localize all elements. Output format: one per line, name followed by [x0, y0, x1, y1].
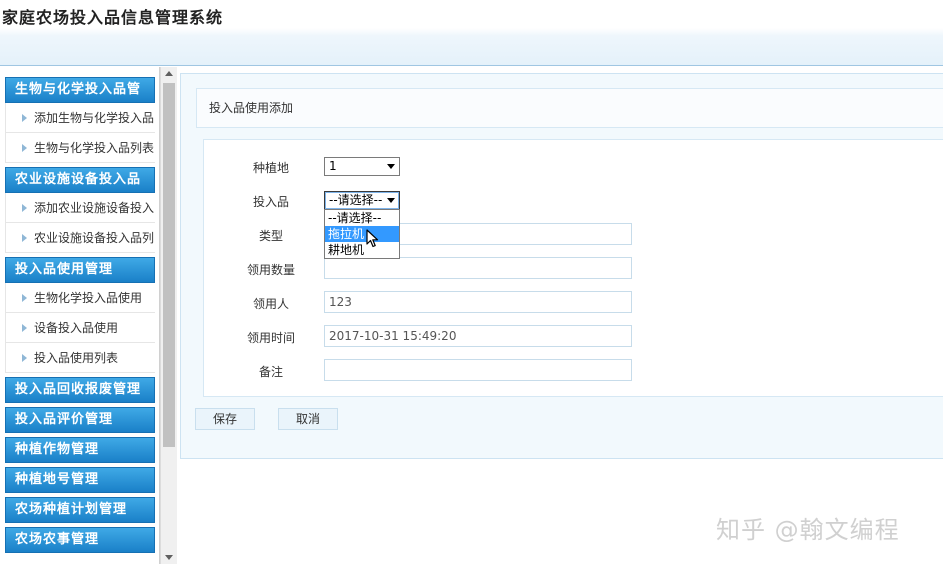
sidebar-group-plans[interactable]: 农场种植计划管理 [5, 497, 155, 523]
plot-select-value: 1 [329, 159, 337, 173]
sidebar-item-chem-bio-list[interactable]: 生物与化学投入品列表 [5, 133, 155, 163]
sidebar-group-farm-work[interactable]: 农场农事管理 [5, 527, 155, 553]
plot-select[interactable]: 1 [324, 157, 400, 176]
input-item-select[interactable]: --请选择-- [324, 191, 400, 210]
sidebar-item-label: 添加农业设施设备投入 [34, 201, 155, 215]
sidebar-group-recycle[interactable]: 投入品回收报废管理 [5, 377, 155, 403]
input-item-label: 投入品 [252, 195, 289, 209]
sidebar-item-label: 投入品使用列表 [34, 351, 119, 365]
sidebar-item-label: 添加生物与化学投入品 [34, 111, 155, 125]
main-panel: 投入品使用添加 种植地 1 投入品 --请选择-- --请选择-- 拖拉机 耕地… [180, 73, 943, 459]
save-button[interactable]: 保存 [195, 408, 255, 430]
time-label: 领用时间 [246, 331, 295, 345]
arrow-right-icon [22, 234, 27, 242]
sidebar-item-equipment-list[interactable]: 农业设施设备投入品列 [5, 223, 155, 253]
chevron-down-icon [387, 164, 395, 169]
sidebar-group-crops[interactable]: 种植作物管理 [5, 437, 155, 463]
note-label: 备注 [258, 365, 283, 379]
cancel-button[interactable]: 取消 [278, 408, 338, 430]
recipient-field[interactable]: 123 [324, 291, 632, 313]
sidebar-group-plots[interactable]: 种植地号管理 [5, 467, 155, 493]
sidebar-group-equipment[interactable]: 农业设施设备投入品 [5, 167, 155, 193]
note-field[interactable] [324, 359, 632, 381]
time-field[interactable]: 2017-10-31 15:49:20 [324, 325, 632, 347]
type-label: 类型 [258, 229, 283, 243]
input-item-dropdown[interactable]: --请选择-- 拖拉机 耕地机 [324, 209, 400, 259]
sidebar-item-label: 农业设施设备投入品列 [34, 231, 155, 245]
sidebar-item-label: 生物化学投入品使用 [34, 291, 143, 305]
quantity-field[interactable] [324, 257, 632, 279]
app-header: 家庭农场投入品信息管理系统 [0, 0, 943, 66]
sidebar-group-chem-bio[interactable]: 生物与化学投入品管 [5, 77, 155, 103]
arrow-right-icon [22, 204, 27, 212]
input-item-select-value: --请选择-- [329, 193, 383, 207]
sidebar-group-usage[interactable]: 投入品使用管理 [5, 257, 155, 283]
plot-label: 种植地 [252, 161, 289, 175]
sidebar-scrollbar[interactable] [160, 67, 177, 564]
dropdown-option-tractor[interactable]: 拖拉机 [325, 226, 399, 242]
sidebar-item-add-equipment[interactable]: 添加农业设施设备投入 [5, 193, 155, 223]
sidebar-group-evaluation[interactable]: 投入品评价管理 [5, 407, 155, 433]
mouse-cursor-icon [366, 229, 379, 248]
sidebar: 生物与化学投入品管 添加生物与化学投入品 生物与化学投入品列表 农业设施设备投入… [0, 67, 160, 564]
sidebar-item-add-chem-bio[interactable]: 添加生物与化学投入品 [5, 103, 155, 133]
sidebar-item-usage-list[interactable]: 投入品使用列表 [5, 343, 155, 373]
arrow-right-icon [22, 114, 27, 122]
sidebar-item-chem-usage[interactable]: 生物化学投入品使用 [5, 283, 155, 313]
arrow-right-icon [22, 354, 27, 362]
sidebar-item-label: 设备投入品使用 [34, 321, 119, 335]
sidebar-item-equipment-usage[interactable]: 设备投入品使用 [5, 313, 155, 343]
chevron-down-icon [387, 198, 395, 203]
arrow-right-icon [22, 294, 27, 302]
scroll-thumb[interactable] [163, 83, 175, 447]
quantity-label: 领用数量 [246, 263, 295, 277]
scroll-up-icon[interactable] [165, 71, 173, 76]
arrow-right-icon [22, 144, 27, 152]
section-title: 投入品使用添加 [196, 88, 943, 128]
arrow-right-icon [22, 324, 27, 332]
app-title: 家庭农场投入品信息管理系统 [2, 8, 224, 27]
dropdown-option-placeholder[interactable]: --请选择-- [325, 210, 399, 226]
recipient-label: 领用人 [252, 297, 289, 311]
sidebar-item-label: 生物与化学投入品列表 [34, 141, 155, 155]
scroll-down-icon[interactable] [165, 555, 173, 560]
dropdown-option-tiller[interactable]: 耕地机 [325, 242, 399, 258]
watermark: 知乎 @翰文编程 [716, 516, 900, 544]
